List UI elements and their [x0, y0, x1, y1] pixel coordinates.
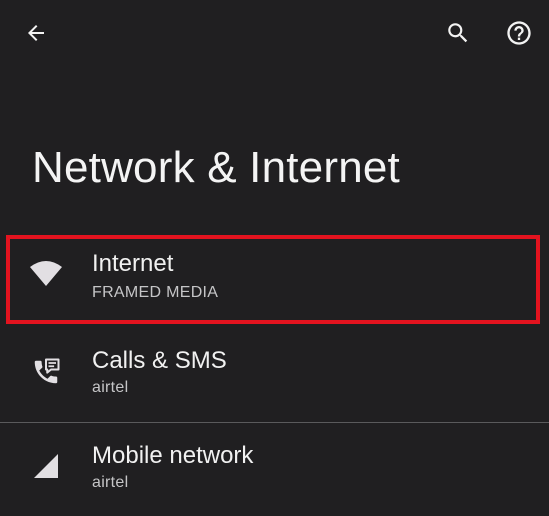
- highlight-box: [6, 235, 540, 324]
- list-item-title: Calls & SMS: [92, 347, 227, 374]
- search-icon: [448, 23, 468, 43]
- list-item-internet[interactable]: Internet FRAMED MEDIA: [0, 228, 549, 326]
- phone-message-icon: [28, 354, 64, 390]
- search-button[interactable]: [438, 13, 478, 53]
- arrow-back-icon: [28, 25, 44, 41]
- page-title: Network & Internet: [32, 143, 400, 192]
- list-item-mobile-network[interactable]: Mobile network airtel: [0, 422, 549, 516]
- help-button[interactable]: [499, 13, 539, 53]
- help-circle-icon: [507, 21, 531, 45]
- settings-screen: Network & Internet Internet FRAMED MEDIA: [0, 0, 549, 516]
- signal-icon: [28, 448, 64, 484]
- list-item-subtitle: airtel: [92, 474, 129, 491]
- list-item-subtitle: airtel: [92, 379, 129, 396]
- list-item-title: Internet: [92, 250, 174, 277]
- back-button[interactable]: [16, 13, 56, 53]
- wifi-icon: [28, 256, 64, 292]
- top-app-bar: [0, 0, 549, 66]
- list-item-subtitle: FRAMED MEDIA: [92, 284, 219, 301]
- list-item-title: Mobile network: [92, 442, 254, 469]
- list-item-calls-sms[interactable]: Calls & SMS airtel: [0, 326, 549, 422]
- settings-list: Internet FRAMED MEDIA Calls & SMS airtel: [0, 228, 549, 516]
